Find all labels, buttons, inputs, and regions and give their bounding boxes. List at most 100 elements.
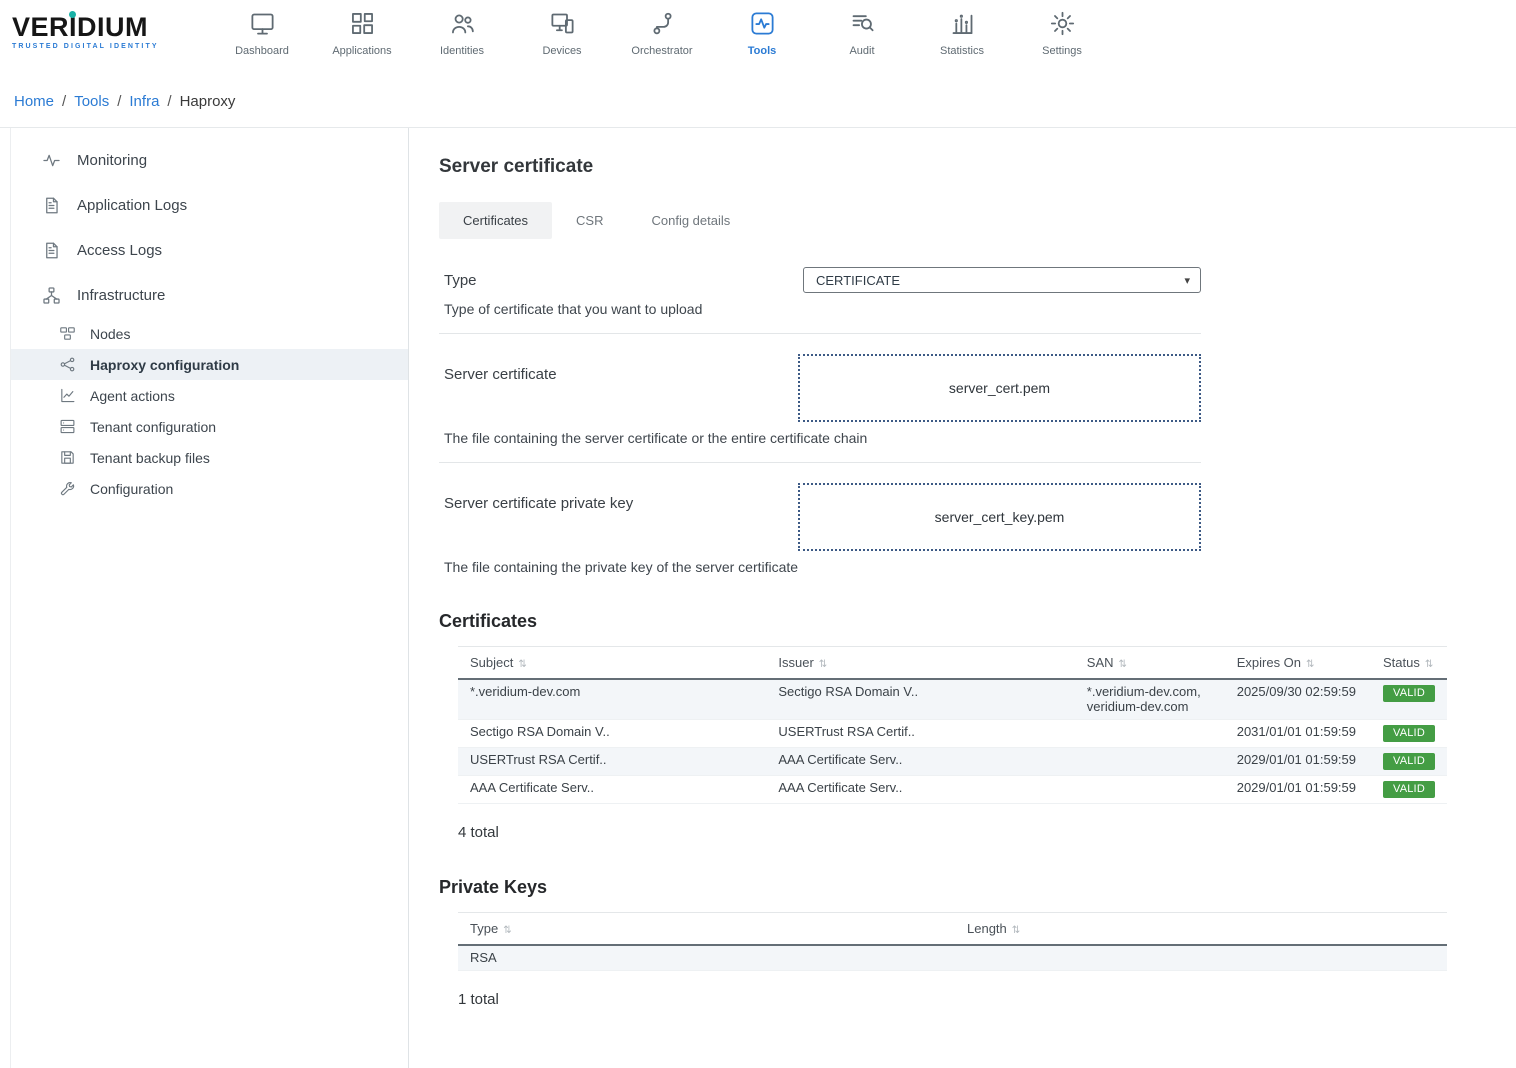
column-header-subject[interactable]: Subject⇅ — [458, 647, 766, 680]
nav-item-identities[interactable]: Identities — [412, 8, 512, 57]
sort-icon: ⇅ — [1012, 925, 1020, 936]
column-header-san[interactable]: SAN ⇅ — [1075, 647, 1225, 680]
sidebar-item-label: Tenant configuration — [90, 419, 216, 435]
cell-status: VALID — [1371, 748, 1447, 776]
private-keys-table: Type⇅ Length ⇅ RSA — [458, 912, 1447, 971]
certificates-heading: Certificates — [439, 611, 1516, 632]
cell-issuer: AAA Certificate Serv.. — [766, 776, 1074, 804]
cell-san — [1075, 720, 1225, 748]
column-header-type[interactable]: Type⇅ — [458, 913, 955, 946]
cell-san — [1075, 776, 1225, 804]
sort-icon: ⇅ — [1306, 659, 1314, 670]
sidebar-item-tenant-configuration[interactable]: Tenant configuration — [11, 411, 408, 442]
column-label: Issuer — [778, 655, 813, 670]
table-row[interactable]: *.veridium-dev.com Sectigo RSA Domain V.… — [458, 679, 1447, 720]
tab-csr[interactable]: CSR — [552, 202, 627, 239]
nav-item-tools[interactable]: Tools — [712, 8, 812, 57]
statistics-icon — [949, 10, 976, 37]
top-nav: VERIDIUM TRUSTED DIGITAL IDENTITY Dashbo… — [0, 0, 1516, 76]
table-row[interactable]: RSA — [458, 945, 1447, 971]
private-keys-total-count: 1 total — [458, 991, 1516, 1008]
nav-item-applications[interactable]: Applications — [312, 8, 412, 57]
column-header-length[interactable]: Length ⇅ — [955, 913, 1447, 946]
nav-item-devices[interactable]: Devices — [512, 8, 612, 57]
nav-label: Settings — [1042, 45, 1082, 57]
breadcrumb: Home / Tools / Infra / Haproxy — [0, 76, 1516, 127]
sidebar-item-label: Tenant backup files — [90, 450, 210, 466]
nav-label: Tools — [748, 45, 777, 57]
sidebar-item-application-logs[interactable]: Application Logs — [11, 183, 408, 228]
private-key-filename: server_cert_key.pem — [935, 509, 1065, 525]
sidebar-item-label: Haproxy configuration — [90, 357, 239, 373]
nav-label: Statistics — [940, 45, 984, 57]
primary-nav: Dashboard Applications Identities Device… — [212, 8, 1112, 57]
column-label: Length — [967, 921, 1007, 936]
nav-item-dashboard[interactable]: Dashboard — [212, 8, 312, 57]
document-icon — [42, 196, 61, 215]
column-header-status[interactable]: Status⇅ — [1371, 647, 1447, 680]
cell-expires-on: 2029/01/01 01:59:59 — [1225, 748, 1371, 776]
table-row[interactable]: AAA Certificate Serv.. AAA Certificate S… — [458, 776, 1447, 804]
sidebar-item-nodes[interactable]: Nodes — [11, 318, 408, 349]
sidebar: Monitoring Application Logs Access Logs … — [10, 128, 409, 1068]
server-certificate-upload-dropzone[interactable]: server_cert.pem — [798, 354, 1201, 422]
type-label: Type — [439, 272, 477, 289]
column-label: Status — [1383, 655, 1420, 670]
sidebar-item-configuration[interactable]: Configuration — [11, 473, 408, 504]
sidebar-item-label: Nodes — [90, 326, 130, 342]
cell-issuer: USERTrust RSA Certif.. — [766, 720, 1074, 748]
column-header-expires-on[interactable]: Expires On⇅ — [1225, 647, 1371, 680]
cell-expires-on: 2031/01/01 01:59:59 — [1225, 720, 1371, 748]
dashboard-icon — [249, 10, 276, 37]
sidebar-item-label: Monitoring — [77, 152, 147, 169]
nodes-icon — [59, 325, 76, 342]
server-certificate-filename: server_cert.pem — [949, 380, 1050, 396]
sidebar-item-monitoring[interactable]: Monitoring — [11, 138, 408, 183]
wrench-icon — [59, 480, 76, 497]
sidebar-item-agent-actions[interactable]: Agent actions — [11, 380, 408, 411]
applications-icon — [349, 10, 376, 37]
certificates-total-count: 4 total — [458, 824, 1516, 841]
sort-icon: ⇅ — [518, 659, 526, 670]
certificate-form: Type CERTIFICATE ▾ Type of certificate t… — [439, 267, 1201, 575]
sidebar-item-label: Infrastructure — [77, 287, 165, 304]
nav-item-orchestrator[interactable]: Orchestrator — [612, 8, 712, 57]
nav-item-statistics[interactable]: Statistics — [912, 8, 1012, 57]
nav-label: Dashboard — [235, 45, 289, 57]
private-key-upload-dropzone[interactable]: server_cert_key.pem — [798, 483, 1201, 551]
brand-tagline: TRUSTED DIGITAL IDENTITY — [12, 43, 182, 50]
table-row[interactable]: Sectigo RSA Domain V.. USERTrust RSA Cer… — [458, 720, 1447, 748]
cell-status: VALID — [1371, 679, 1447, 720]
nav-label: Orchestrator — [631, 45, 692, 57]
breadcrumb-separator: / — [117, 93, 121, 110]
breadcrumb-home[interactable]: Home — [14, 93, 54, 110]
cell-san: *.veridium-dev.com, veridium-dev.com — [1075, 679, 1225, 720]
sidebar-item-tenant-backup-files[interactable]: Tenant backup files — [11, 442, 408, 473]
breadcrumb-tools[interactable]: Tools — [74, 93, 109, 110]
breadcrumb-infra[interactable]: Infra — [129, 93, 159, 110]
cell-subject: AAA Certificate Serv.. — [458, 776, 766, 804]
column-header-issuer[interactable]: Issuer⇅ — [766, 647, 1074, 680]
nav-item-audit[interactable]: Audit — [812, 8, 912, 57]
select-value: CERTIFICATE — [816, 273, 900, 288]
devices-icon — [549, 10, 576, 37]
nav-label: Applications — [332, 45, 391, 57]
column-label: SAN — [1087, 655, 1114, 670]
brand-logo[interactable]: VERIDIUM TRUSTED DIGITAL IDENTITY — [12, 8, 182, 50]
tab-config-details[interactable]: Config details — [627, 202, 754, 239]
document-icon — [42, 241, 61, 260]
certificate-type-select[interactable]: CERTIFICATE ▾ — [803, 267, 1201, 293]
sort-icon: ⇅ — [1119, 659, 1127, 670]
private-key-help-text: The file containing the private key of t… — [444, 559, 1201, 575]
cell-status: VALID — [1371, 720, 1447, 748]
tab-certificates[interactable]: Certificates — [439, 202, 552, 239]
cell-status: VALID — [1371, 776, 1447, 804]
sidebar-item-access-logs[interactable]: Access Logs — [11, 228, 408, 273]
breadcrumb-separator: / — [167, 93, 171, 110]
sidebar-item-infrastructure[interactable]: Infrastructure — [11, 273, 408, 318]
sidebar-item-haproxy-configuration[interactable]: Haproxy configuration — [11, 349, 408, 380]
cell-issuer: AAA Certificate Serv.. — [766, 748, 1074, 776]
nav-item-settings[interactable]: Settings — [1012, 8, 1112, 57]
audit-icon — [849, 10, 876, 37]
table-row[interactable]: USERTrust RSA Certif.. AAA Certificate S… — [458, 748, 1447, 776]
